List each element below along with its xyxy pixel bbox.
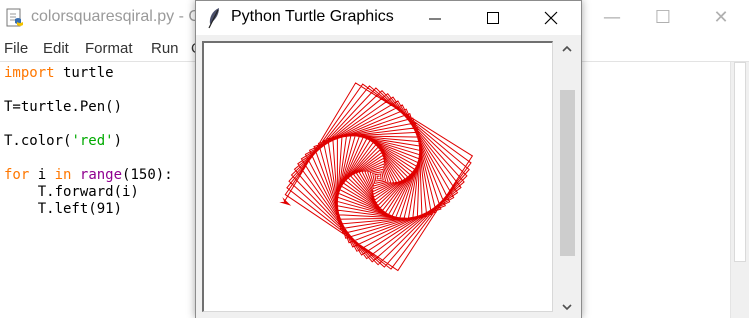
code-text: (150): xyxy=(122,167,173,183)
scroll-down-arrow-icon[interactable] xyxy=(557,298,577,316)
close-icon[interactable] xyxy=(531,3,571,33)
python-file-icon xyxy=(6,8,23,27)
menu-file[interactable]: File xyxy=(4,40,28,57)
turtle-scrollbar-thumb[interactable] xyxy=(560,90,575,256)
turtle-drawing-canvas[interactable] xyxy=(204,43,553,312)
maximize-icon[interactable] xyxy=(473,3,513,33)
idle-window-title: colorsquaresqiral.py - C xyxy=(31,8,200,25)
code-line-3: T=turtle.Pen() xyxy=(4,99,123,115)
menu-format[interactable]: Format xyxy=(85,40,133,57)
idle-maximize-button[interactable]: ☐ xyxy=(648,6,678,30)
string-literal: 'red' xyxy=(71,133,114,149)
code-text: ) xyxy=(113,133,123,149)
turtle-canvas-frame xyxy=(202,41,553,312)
code-text: turtle xyxy=(54,65,114,81)
idle-vertical-scrollbar[interactable] xyxy=(730,62,749,318)
minimize-icon[interactable] xyxy=(415,3,455,33)
code-text: i xyxy=(29,167,55,183)
idle-scrollbar-thumb[interactable] xyxy=(734,62,746,262)
keyword-import: import xyxy=(4,65,55,81)
turtle-window-title: Python Turtle Graphics xyxy=(231,8,394,25)
code-line-7: for i in range(150): xyxy=(4,167,173,184)
scroll-up-arrow-icon[interactable] xyxy=(557,40,577,58)
keyword-in: in xyxy=(54,167,72,183)
turtle-window-body xyxy=(196,35,581,318)
menu-edit[interactable]: Edit xyxy=(43,40,69,57)
code-line-9: T.left(91) xyxy=(4,201,123,217)
idle-minimize-button[interactable]: — xyxy=(597,6,627,30)
turtle-vertical-scrollbar[interactable] xyxy=(557,40,577,316)
turtle-cursor-arrow-icon xyxy=(279,197,292,206)
turtle-graphics-window: Python Turtle Graphics xyxy=(195,0,582,318)
code-line-8: T.forward(i) xyxy=(4,184,139,200)
idle-close-button[interactable]: ✕ xyxy=(706,6,736,30)
code-line-5: T.color('red') xyxy=(4,133,122,150)
turtle-titlebar: Python Turtle Graphics xyxy=(196,1,581,35)
code-line-1: import turtle xyxy=(4,65,114,82)
builtin-range: range xyxy=(79,167,123,183)
turtle-spiral-path xyxy=(283,82,474,272)
code-text: T.color( xyxy=(4,133,72,149)
menu-run[interactable]: Run xyxy=(151,40,179,57)
feather-icon xyxy=(208,8,219,29)
keyword-for: for xyxy=(4,167,30,183)
